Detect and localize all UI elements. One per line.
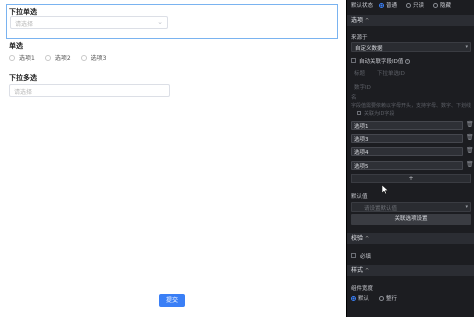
dropdown-single-placeholder: 请选择 [15, 21, 34, 28]
auto-link-label-row: 自动关联字段ID值 i [359, 57, 411, 65]
state-option-label: 只读 [413, 3, 425, 9]
default-state-row: 默认状态 普通 只读 隐藏 [351, 1, 451, 9]
required-label: 必填 [360, 254, 372, 260]
radio-option-2[interactable]: 选项2 [44, 53, 71, 62]
trash-icon[interactable]: 🗑 [466, 161, 474, 168]
default-state-label: 默认状态 [351, 3, 374, 9]
width-option-label: 整行 [386, 296, 398, 302]
trash-icon[interactable]: 🗑 [466, 121, 474, 128]
radio-circle-icon [80, 54, 87, 61]
radio-option-1[interactable]: 选项1 [9, 53, 35, 62]
state-option-label: 普通 [386, 3, 398, 9]
dropdown-single-select[interactable]: 请选择 ⌄ [10, 16, 168, 29]
chevron-down-icon: ⌄ [157, 18, 163, 26]
option-item-label: 选项5 [354, 164, 369, 170]
component-width-label: 组件宽度 [351, 286, 374, 292]
option-item-row[interactable]: 选项5 [351, 161, 463, 170]
linked-options-button[interactable]: 关联选项设置 [351, 214, 471, 225]
mouse-cursor-icon [382, 185, 389, 195]
dropdown-multi-placeholder: 请选择 [14, 89, 33, 96]
state-option-hidden[interactable]: 隐藏 [433, 1, 451, 9]
field-id-note: 名 [351, 95, 357, 101]
field-hint: 字段值需要依赖以字母开头，支持字母、数字、下划线 [351, 103, 472, 109]
source-select[interactable]: 自定义数据 ▾ [351, 42, 471, 52]
radio-option-label: 选项1 [19, 55, 35, 62]
option-item-row[interactable]: 选项4 [351, 147, 463, 156]
width-options: 默认 整行 [351, 294, 397, 302]
radio-selected-icon [351, 295, 356, 301]
style-section-title: 样式 [351, 267, 364, 274]
required-checkbox[interactable] [351, 253, 356, 258]
info-icon: i [405, 59, 411, 64]
width-option-default[interactable]: 默认 [351, 294, 369, 302]
option-item-row[interactable]: 选项1 [351, 121, 463, 130]
option-item-row[interactable]: 选项3 [351, 134, 463, 143]
caret-down-icon: ▾ [465, 204, 468, 210]
auto-link-label: 自动关联字段ID值 [359, 59, 404, 65]
radio-label: 单选 [9, 42, 23, 50]
trash-icon[interactable]: 🗑 [466, 147, 474, 154]
source-label: 来源于 [351, 35, 368, 41]
width-option-full[interactable]: 整行 [379, 294, 397, 302]
tag-value: 下拉单选ID [377, 71, 405, 77]
radio-circle-icon [379, 295, 385, 301]
linked-field-checkbox[interactable] [357, 111, 361, 115]
source-value: 自定义数据 [355, 46, 383, 52]
submit-button[interactable]: 提交 [159, 294, 185, 307]
width-option-label: 默认 [358, 296, 370, 302]
options-section-header[interactable]: 选项 ^ [347, 15, 474, 26]
validation-section-title: 校验 [351, 235, 364, 242]
chevron-up-icon: ^ [365, 268, 370, 274]
state-option-label: 隐藏 [440, 3, 452, 9]
radio-circle-icon [433, 2, 439, 8]
form-canvas: 下拉单选 请选择 ⌄ 单选 选项1 选项2 选项3 下拉多选 请选择 提交 [0, 0, 346, 317]
linked-field-label: 关联为ID字段 [364, 111, 395, 117]
options-section-title: 选项 [351, 17, 364, 24]
radio-option-3[interactable]: 选项3 [80, 53, 107, 62]
radio-selected-icon [379, 2, 385, 8]
default-value-label: 默认值 [351, 194, 368, 200]
option-item-label: 选项4 [354, 150, 369, 156]
dropdown-single-block[interactable]: 下拉单选 请选择 ⌄ [6, 4, 338, 39]
field-id-label: 数字ID [354, 85, 371, 91]
radio-option-label: 选项3 [90, 55, 107, 62]
radio-option-label: 选项2 [54, 55, 71, 62]
option-item-label: 选项3 [354, 137, 369, 143]
option-item-label: 选项1 [354, 124, 369, 130]
tag-label: 标题 [354, 71, 366, 77]
dropdown-multi-label: 下拉多选 [9, 74, 37, 82]
state-option-normal[interactable]: 普通 [379, 1, 397, 9]
radio-circle-icon [406, 2, 412, 8]
radio-group: 选项1 选项2 选项3 [9, 53, 116, 62]
validation-section-header[interactable]: 校验 ^ [347, 233, 474, 244]
dropdown-multi-select[interactable]: 请选择 [9, 84, 170, 97]
chevron-up-icon: ^ [365, 18, 370, 24]
radio-circle-icon [9, 54, 15, 61]
default-value-placeholder: 请设置默认值 [364, 206, 398, 212]
default-value-select[interactable]: 请设置默认值 ▾ [351, 202, 471, 212]
add-option-button[interactable]: + [351, 174, 471, 183]
trash-icon[interactable]: 🗑 [466, 134, 474, 141]
caret-down-icon: ▾ [465, 44, 468, 50]
auto-link-checkbox[interactable] [351, 58, 356, 63]
radio-circle-icon [44, 54, 51, 61]
chevron-up-icon: ^ [365, 236, 370, 242]
style-section-header[interactable]: 样式 ^ [347, 265, 474, 276]
state-option-readonly[interactable]: 只读 [406, 1, 424, 9]
